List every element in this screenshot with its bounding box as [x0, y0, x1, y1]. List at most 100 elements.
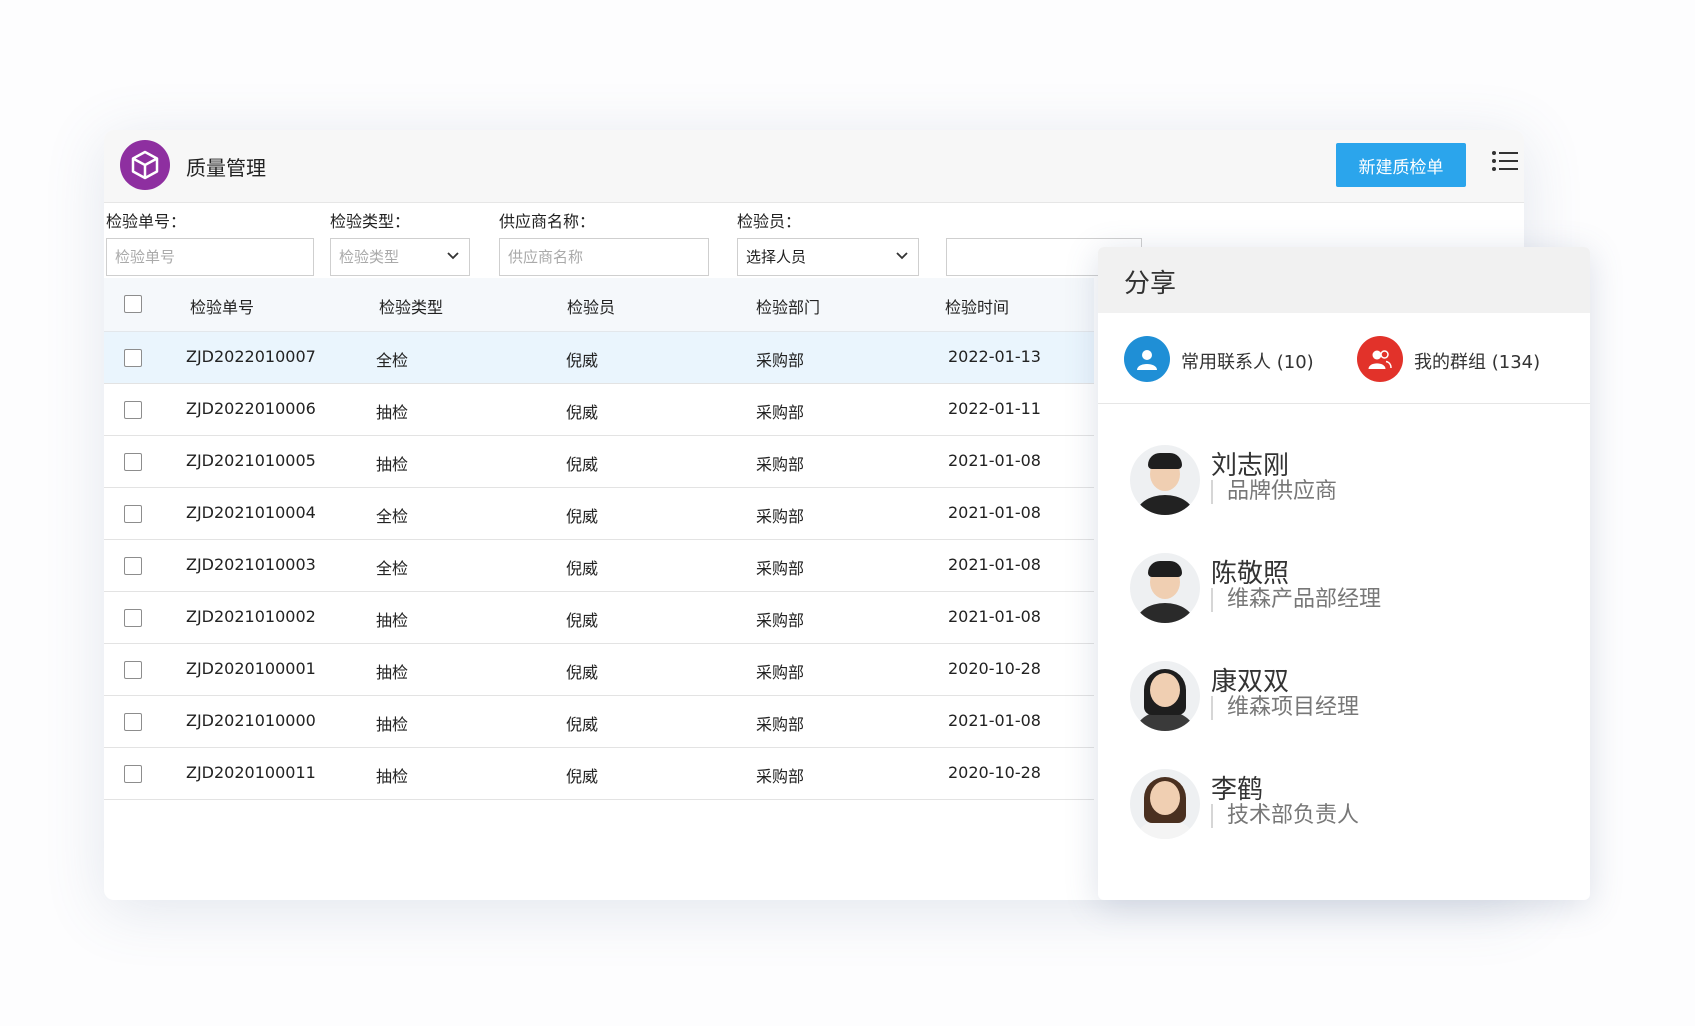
- cell-inspector: 倪威: [566, 455, 599, 474]
- supplier-input[interactable]: 供应商名称: [499, 238, 709, 276]
- cell-order-no: ZJD2021010003: [186, 555, 316, 574]
- cell-type: 全检: [376, 351, 409, 370]
- cell-inspector: 倪威: [566, 507, 599, 526]
- column-date[interactable]: 检验时间: [945, 294, 1009, 318]
- contact-name: 康双双: [1211, 667, 1290, 697]
- contact-item[interactable]: 陈敬照 维森产品部经理: [1098, 553, 1590, 653]
- cell-inspector: 倪威: [566, 611, 599, 630]
- order-no-input[interactable]: 检验单号: [106, 238, 314, 276]
- row-checkbox[interactable]: [124, 713, 142, 731]
- table-header: 检验单号 检验类型 检验员 检验部门 检验时间: [104, 278, 1094, 332]
- cell-type: 抽检: [376, 403, 409, 422]
- cell-department: 采购部: [756, 507, 805, 526]
- app-header: 质量管理 新建质检单: [104, 130, 1524, 203]
- contact-role: 维森项目经理: [1211, 696, 1359, 720]
- select-all-checkbox[interactable]: [124, 295, 142, 313]
- table-row[interactable]: ZJD2022010007 全检 倪威 采购部 2022-01-13: [104, 332, 1094, 384]
- avatar: [1130, 769, 1200, 839]
- contact-role: 维森产品部经理: [1211, 588, 1381, 612]
- share-header: 分享: [1098, 247, 1590, 313]
- cell-department: 采购部: [756, 767, 805, 786]
- cell-order-no: ZJD2021010005: [186, 451, 316, 470]
- table-row[interactable]: ZJD2021010000 抽检 倪威 采购部 2021-01-08: [104, 696, 1094, 748]
- cell-inspector: 倪威: [566, 351, 599, 370]
- cell-inspector: 倪威: [566, 663, 599, 682]
- cell-inspector: 倪威: [566, 715, 599, 734]
- table-row[interactable]: ZJD2020100011 抽检 倪威 采购部 2020-10-28: [104, 748, 1094, 800]
- tab-contacts[interactable]: 常用联系人 (10): [1181, 348, 1314, 374]
- chevron-down-icon: [447, 252, 459, 260]
- contact-item[interactable]: 刘志刚 品牌供应商: [1098, 445, 1590, 545]
- cell-department: 采购部: [756, 611, 805, 630]
- cell-type: 抽检: [376, 455, 409, 474]
- cell-type: 全检: [376, 507, 409, 526]
- cell-date: 2022-01-13: [948, 347, 1041, 366]
- cell-order-no: ZJD2020100011: [186, 763, 316, 782]
- table-row[interactable]: ZJD2020100001 抽检 倪威 采购部 2020-10-28: [104, 644, 1094, 696]
- new-inspection-button[interactable]: 新建质检单: [1336, 143, 1466, 187]
- column-type[interactable]: 检验类型: [379, 294, 443, 318]
- table-row[interactable]: ZJD2022010006 抽检 倪威 采购部 2022-01-11: [104, 384, 1094, 436]
- cell-department: 采购部: [756, 559, 805, 578]
- cell-order-no: ZJD2021010004: [186, 503, 316, 522]
- cell-date: 2020-10-28: [948, 763, 1041, 782]
- type-select[interactable]: 检验类型: [330, 238, 470, 276]
- user-icon[interactable]: [1124, 336, 1170, 382]
- cell-type: 抽检: [376, 767, 409, 786]
- contact-role: 技术部负责人: [1211, 804, 1359, 828]
- table-row[interactable]: ZJD2021010003 全检 倪威 采购部 2021-01-08: [104, 540, 1094, 592]
- cell-date: 2021-01-08: [948, 607, 1041, 626]
- column-department[interactable]: 检验部门: [756, 294, 820, 318]
- inspector-select[interactable]: 选择人员: [737, 238, 919, 276]
- cell-date: 2020-10-28: [948, 659, 1041, 678]
- cell-date: 2021-01-08: [948, 555, 1041, 574]
- row-checkbox[interactable]: [124, 661, 142, 679]
- contact-name: 李鹤: [1211, 775, 1264, 805]
- contact-name: 陈敬照: [1211, 559, 1290, 589]
- cell-order-no: ZJD2021010002: [186, 607, 316, 626]
- cell-inspector: 倪威: [566, 767, 599, 786]
- avatar: [1130, 553, 1200, 623]
- row-checkbox[interactable]: [124, 609, 142, 627]
- supplier-label: 供应商名称：: [499, 212, 596, 231]
- avatar: [1130, 445, 1200, 515]
- column-order-no[interactable]: 检验单号: [190, 294, 254, 318]
- cell-type: 全检: [376, 559, 409, 578]
- share-title: 分享: [1124, 269, 1177, 299]
- group-icon[interactable]: [1357, 336, 1403, 382]
- table-row[interactable]: ZJD2021010002 抽检 倪威 采购部 2021-01-08: [104, 592, 1094, 644]
- contact-item[interactable]: 李鹤 技术部负责人: [1098, 769, 1590, 869]
- type-select-placeholder: 检验类型: [339, 248, 400, 266]
- row-checkbox[interactable]: [124, 349, 142, 367]
- row-checkbox[interactable]: [124, 505, 142, 523]
- contact-item[interactable]: 康双双 维森项目经理: [1098, 661, 1590, 761]
- cell-department: 采购部: [756, 663, 805, 682]
- table-row[interactable]: ZJD2021010005 抽检 倪威 采购部 2021-01-08: [104, 436, 1094, 488]
- tab-groups[interactable]: 我的群组 (134): [1414, 348, 1540, 374]
- cell-order-no: ZJD2022010007: [186, 347, 316, 366]
- row-checkbox[interactable]: [124, 765, 142, 783]
- order-no-label: 检验单号：: [106, 212, 187, 231]
- inspector-select-value: 选择人员: [746, 248, 807, 266]
- cell-order-no: ZJD2020100001: [186, 659, 316, 678]
- row-checkbox[interactable]: [124, 401, 142, 419]
- cell-date: 2021-01-08: [948, 451, 1041, 470]
- table-row[interactable]: ZJD2021010004 全检 倪威 采购部 2021-01-08: [104, 488, 1094, 540]
- contact-role: 品牌供应商: [1211, 480, 1337, 504]
- cell-order-no: ZJD2021010000: [186, 711, 316, 730]
- column-inspector[interactable]: 检验员: [567, 294, 615, 318]
- cell-department: 采购部: [756, 455, 805, 474]
- row-checkbox[interactable]: [124, 557, 142, 575]
- cell-type: 抽检: [376, 611, 409, 630]
- cube-logo-icon: [120, 140, 170, 190]
- avatar: [1130, 661, 1200, 731]
- cell-type: 抽检: [376, 715, 409, 734]
- row-checkbox[interactable]: [124, 453, 142, 471]
- contact-name: 刘志刚: [1211, 451, 1290, 481]
- chevron-down-icon: [896, 252, 908, 260]
- cell-type: 抽检: [376, 663, 409, 682]
- cell-date: 2021-01-08: [948, 711, 1041, 730]
- cell-department: 采购部: [756, 715, 805, 734]
- list-menu-icon[interactable]: [1492, 150, 1518, 176]
- inspector-label: 检验员：: [737, 212, 802, 231]
